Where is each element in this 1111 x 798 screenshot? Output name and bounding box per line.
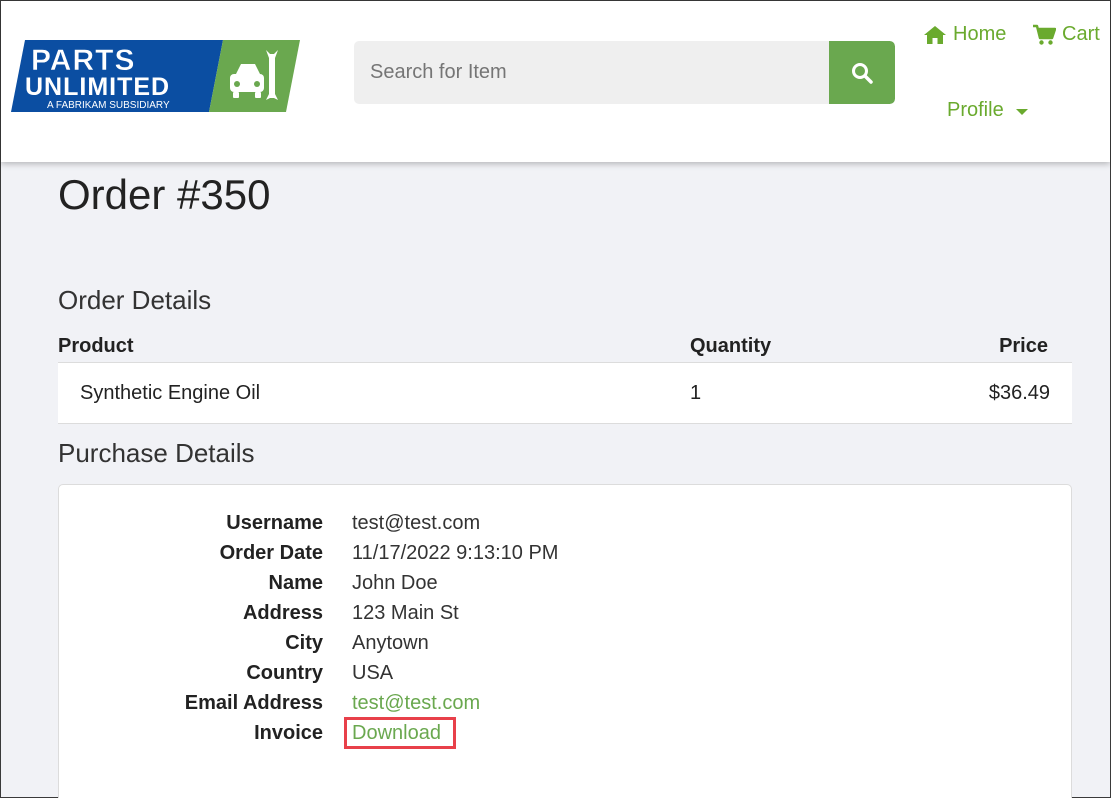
detail-value: USA — [352, 662, 394, 684]
logo-line2: UNLIMITED — [25, 73, 170, 101]
caret-down-icon — [1015, 108, 1028, 115]
cell-quantity: 1 — [690, 382, 702, 404]
cell-price: $36.49 — [988, 382, 1050, 404]
invoice-download-link[interactable]: Download — [352, 722, 441, 745]
parts-unlimited-logo[interactable]: PARTS UNLIMITED A FABRIKAM SUBSIDIARY — [11, 38, 301, 114]
detail-label: Invoice — [254, 722, 323, 744]
email-link[interactable]: test@test.com — [352, 692, 480, 715]
search-icon — [852, 62, 873, 84]
column-header-product: Product — [58, 335, 134, 357]
column-header-quantity: Quantity — [690, 335, 772, 357]
detail-row-name: Name John Doe — [59, 572, 1073, 602]
detail-value: John Doe — [352, 572, 438, 594]
detail-row-city: City Anytown — [59, 632, 1073, 662]
detail-value: 11/17/2022 9:13:10 PM — [352, 542, 559, 564]
order-details-heading: Order Details — [58, 285, 212, 315]
detail-row-order-date: Order Date 11/17/2022 9:13:10 PM — [59, 542, 1073, 572]
home-icon — [924, 25, 946, 44]
nav-cart-label: Cart — [1062, 23, 1100, 45]
cell-product: Synthetic Engine Oil — [80, 382, 261, 404]
detail-label: Name — [268, 572, 323, 594]
top-navbar: PARTS UNLIMITED A FABRIKAM SUBSIDIARY Se… — [1, 1, 1110, 162]
detail-row-invoice: Invoice Download — [59, 717, 1073, 752]
search-input[interactable] — [354, 41, 829, 104]
nav-cart-link[interactable]: Cart — [1032, 23, 1100, 46]
detail-label: Address — [242, 602, 323, 624]
detail-row-address: Address 123 Main St — [59, 602, 1073, 632]
detail-label: Email Address — [184, 692, 323, 714]
download-highlight-box: Download — [344, 717, 456, 749]
cart-icon — [1033, 24, 1056, 45]
nav-home-label: Home — [953, 23, 1007, 45]
purchase-details-heading: Purchase Details — [58, 438, 255, 468]
nav-home-link[interactable]: Home — [923, 23, 1006, 46]
detail-value: test@test.com — [352, 512, 481, 534]
detail-value: 123 Main St — [352, 602, 459, 624]
purchase-details-card: Username test@test.com Order Date 11/17/… — [58, 484, 1072, 798]
detail-row-username: Username test@test.com — [59, 512, 1073, 542]
detail-row-email: Email Address test@test.com — [59, 692, 1073, 722]
page-title: Order #350 — [58, 171, 271, 218]
table-row: Synthetic Engine Oil 1 $36.49 — [58, 362, 1072, 424]
nav-profile-dropdown[interactable]: Profile — [947, 99, 1028, 122]
search-bar — [354, 41, 895, 104]
detail-label: Username — [226, 512, 323, 534]
nav-profile-label: Profile — [947, 99, 1004, 121]
search-button[interactable] — [829, 41, 895, 104]
detail-label: Country — [246, 662, 323, 684]
detail-value: Anytown — [352, 632, 429, 654]
column-header-price: Price — [999, 335, 1048, 357]
detail-label: Order Date — [219, 542, 323, 564]
detail-row-country: Country USA — [59, 662, 1073, 692]
detail-label: City — [285, 632, 323, 654]
logo-tagline: A FABRIKAM SUBSIDIARY — [47, 100, 170, 111]
